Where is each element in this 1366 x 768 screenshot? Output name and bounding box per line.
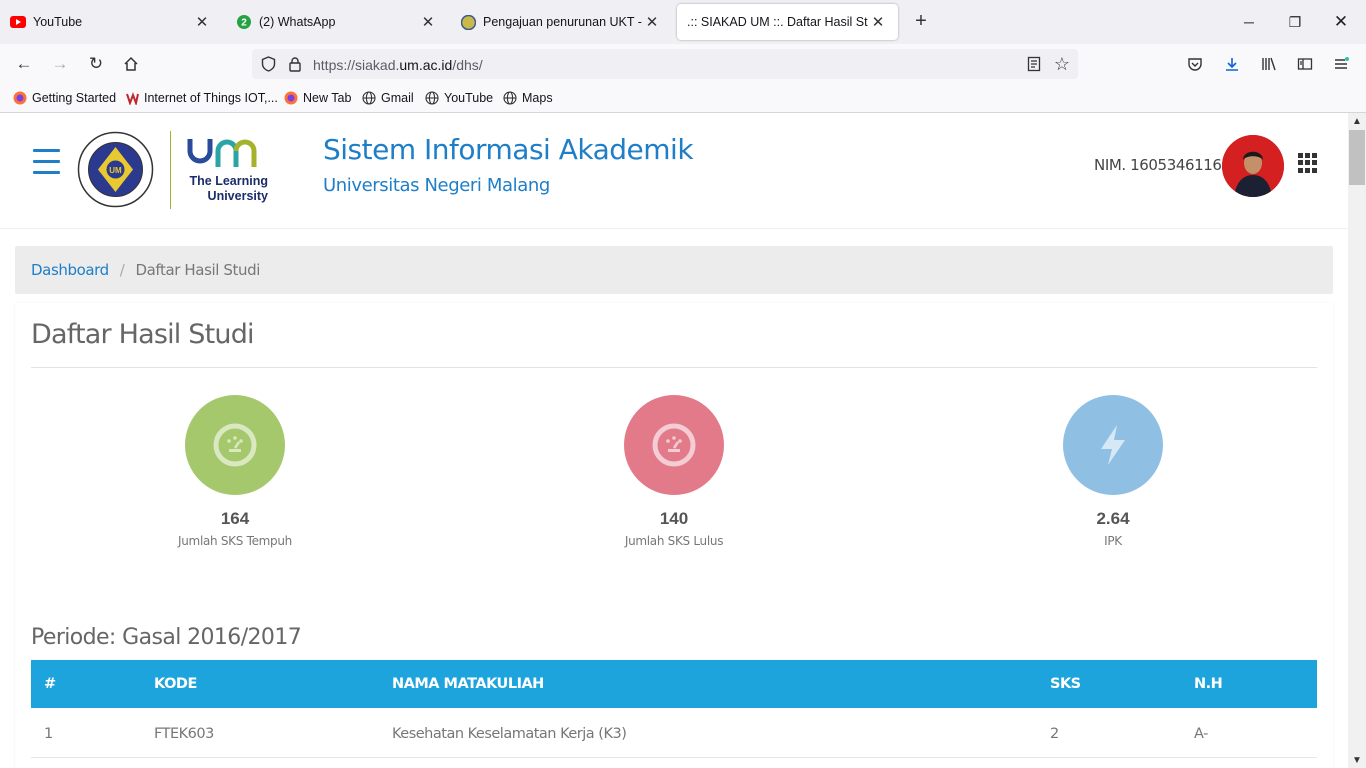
tab-pengajuan-ukt[interactable]: Pengajuan penurunan UKT - SIU ✕	[450, 4, 672, 40]
svg-text:2: 2	[241, 18, 247, 29]
download-icon[interactable]	[1220, 52, 1244, 76]
speedometer-icon	[185, 395, 285, 495]
breadcrumb-current: Daftar Hasil Studi	[135, 261, 260, 279]
scroll-down-icon[interactable]: ▼	[1349, 752, 1365, 768]
stat-label: Jumlah SKS Tempuh	[178, 534, 292, 548]
table-row: 1 FTEK603 Kesehatan Keselamatan Kerja (K…	[31, 710, 1317, 758]
col-kode: KODE	[154, 676, 197, 692]
lightning-icon	[1063, 395, 1163, 495]
tab-whatsapp[interactable]: 2 (2) WhatsApp ✕	[226, 4, 448, 40]
globe-icon	[424, 90, 439, 105]
close-tab-icon[interactable]: ✕	[868, 13, 888, 31]
apps-grid-icon[interactable]	[1298, 153, 1318, 173]
tab-siakad-active[interactable]: .:: SIAKAD UM ::. Daftar Hasil Studi ✕	[677, 4, 898, 40]
page-title: Daftar Hasil Studi	[31, 319, 255, 350]
new-tab-button[interactable]: +	[910, 10, 932, 32]
library-icon[interactable]	[1257, 52, 1281, 76]
home-icon[interactable]	[119, 52, 143, 76]
bookmark-getting-started[interactable]: Getting Started	[12, 90, 116, 105]
table-header: # KODE NAMA MATAKULIAH SKS N.H	[31, 660, 1317, 708]
stat-sks-tempuh: 164 Jumlah SKS Tempuh	[135, 395, 335, 548]
page-scrollbar[interactable]	[1348, 113, 1366, 768]
cell-nh: A-	[1194, 726, 1208, 742]
firefox-icon	[283, 90, 298, 105]
university-seal-logo: UM	[77, 131, 154, 208]
stat-value: 164	[220, 509, 250, 528]
browser-tab-bar: YouTube ✕ 2 (2) WhatsApp ✕ Pengajuan pen…	[0, 0, 1366, 44]
url-text[interactable]: https://siakad.um.ac.id/dhs/	[313, 57, 483, 73]
page-content: UM The Learning University Sistem Informa…	[0, 113, 1348, 768]
bookmark-gmail[interactable]: Gmail	[361, 90, 414, 105]
periode-heading: Periode: Gasal 2016/2017	[31, 625, 302, 650]
site-header: UM The Learning University Sistem Informa…	[0, 113, 1348, 229]
hamburger-menu-icon[interactable]	[33, 149, 60, 175]
globe-icon	[361, 90, 376, 105]
cell-kode: FTEK603	[154, 726, 214, 742]
forward-arrow-icon[interactable]: →	[48, 52, 72, 76]
bookmark-star-icon[interactable]: ☆	[1050, 52, 1074, 76]
stat-value: 140	[659, 509, 689, 528]
pocket-icon[interactable]	[1183, 52, 1207, 76]
col-nh: N.H	[1194, 676, 1223, 692]
col-sks: SKS	[1050, 676, 1081, 692]
minimize-icon[interactable]: ─	[1226, 0, 1272, 44]
scroll-up-icon[interactable]: ▲	[1349, 113, 1365, 129]
cell-sks: 2	[1050, 726, 1059, 742]
logo-divider	[170, 131, 171, 209]
site-icon	[460, 14, 476, 30]
globe-icon	[502, 90, 517, 105]
stat-sks-lulus: 140 Jumlah SKS Lulus	[574, 395, 774, 548]
tab-youtube[interactable]: YouTube ✕	[0, 4, 222, 40]
firefox-icon	[12, 90, 27, 105]
back-arrow-icon[interactable]: ←	[12, 52, 36, 76]
svg-text:UM: UM	[109, 166, 122, 175]
stat-label: Jumlah SKS Lulus	[624, 534, 724, 548]
close-tab-icon[interactable]: ✕	[642, 13, 662, 31]
breadcrumb-dashboard-link[interactable]: Dashboard	[31, 261, 109, 279]
bookmark-maps[interactable]: Maps	[502, 90, 553, 105]
app-title: Sistem Informasi Akademik	[323, 133, 694, 166]
bookmarks-bar: Getting Started Internet of Things IOT,.…	[0, 84, 1366, 113]
bookmark-new-tab[interactable]: New Tab	[283, 90, 351, 105]
close-tab-icon[interactable]: ✕	[418, 13, 438, 31]
stat-ipk: 2.64 IPK	[1013, 395, 1213, 548]
cell-nama-matakuliah: Kesehatan Keselamatan Kerja (K3)	[392, 726, 627, 742]
scrollbar-thumb[interactable]	[1349, 130, 1365, 185]
bookmark-iot[interactable]: Internet of Things IOT,...	[124, 90, 278, 105]
restore-icon[interactable]: ❐	[1272, 0, 1318, 44]
title-divider	[31, 367, 1317, 368]
col-nama-matakuliah: NAMA MATAKULIAH	[392, 676, 544, 692]
close-tab-icon[interactable]: ✕	[192, 13, 212, 31]
window-close-icon[interactable]: ✕	[1318, 0, 1364, 44]
youtube-icon	[10, 14, 26, 30]
speedometer-icon	[624, 395, 724, 495]
lock-icon[interactable]	[283, 52, 307, 76]
cell-number: 1	[44, 726, 53, 742]
reader-view-icon[interactable]	[1022, 52, 1046, 76]
whatsapp-icon: 2	[236, 14, 252, 30]
stat-value: 2.64	[1096, 509, 1130, 528]
reload-icon[interactable]: ↻	[84, 52, 108, 76]
shield-icon[interactable]	[256, 52, 280, 76]
bookmark-youtube[interactable]: YouTube	[424, 90, 493, 105]
site-icon	[124, 90, 139, 105]
col-number: #	[44, 676, 56, 692]
sidebar-icon[interactable]	[1293, 52, 1317, 76]
avatar[interactable]	[1222, 135, 1284, 197]
breadcrumb-separator: /	[119, 261, 125, 279]
app-subtitle: Universitas Negeri Malang	[323, 175, 550, 196]
student-nim: NIM. 160534611648	[1094, 156, 1240, 174]
breadcrumb: Dashboard / Daftar Hasil Studi	[15, 246, 1333, 294]
stat-label: IPK	[1104, 534, 1122, 548]
um-logo-text: The Learning University	[189, 174, 268, 203]
app-menu-icon[interactable]	[1329, 52, 1353, 76]
